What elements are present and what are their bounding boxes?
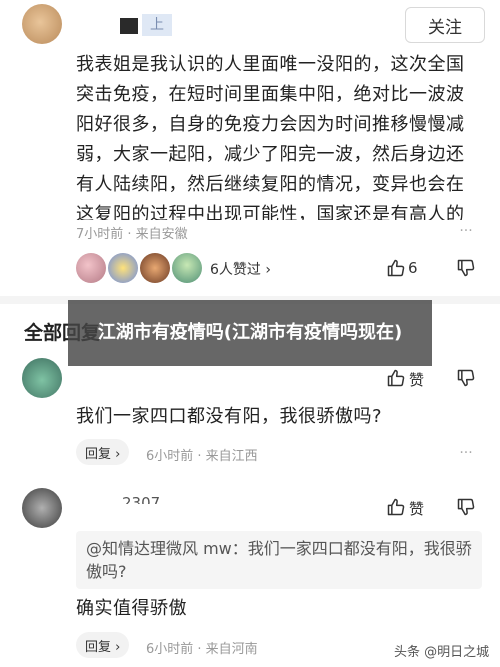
reply1-reply-label: 回复 ›	[85, 446, 121, 462]
liker-avatar-3[interactable]	[140, 253, 170, 283]
source-watermark: 头条 @明日之城	[394, 645, 490, 660]
article-title-banner: 江湖市有疫情吗(江湖市有疫情吗现在)	[68, 300, 432, 366]
reply1-dislike-icon[interactable]	[455, 367, 477, 389]
reply2-text: 确实值得骄傲	[76, 598, 187, 619]
reply2-reply-button[interactable]: 回复 ›	[76, 632, 130, 658]
reply1-like-label: 赞	[409, 371, 425, 389]
post-meta: 7小时前 · 来自安徽	[76, 227, 188, 242]
reply2-quote-box[interactable]: @知情达理微风 mw：我们一家四口都没有阳，我很骄傲吗?	[76, 531, 482, 589]
reply1-meta: 6小时前 · 来自江西	[146, 449, 258, 464]
like-count: 6	[408, 259, 418, 277]
reply2-like-label: 赞	[409, 500, 425, 518]
post-text: 我表姐是我认识的人里面唯一没阳的，这次全国突击免疫，在短时间里面集中阳，绝对比一…	[76, 54, 465, 220]
reply2-meta: 6小时前 · 来自河南	[146, 642, 258, 657]
more-options-icon[interactable]: ···	[456, 222, 476, 240]
reply2-like-icon[interactable]	[385, 496, 407, 518]
reply1-more-icon[interactable]: ···	[456, 444, 476, 462]
reply2-reply-label: 回复 ›	[85, 639, 121, 655]
dislike-thumb-icon[interactable]	[455, 257, 477, 279]
reply1-like-icon[interactable]	[385, 367, 407, 389]
reply2-author-name: ＿＿2307	[92, 494, 161, 504]
post-author-name-redacted	[120, 18, 138, 34]
article-title: 江湖市有疫情吗(江湖市有疫情吗现在)	[97, 322, 403, 343]
follow-label: 关注	[428, 17, 462, 38]
reply2-quote-text: @知情达理微风 mw：我们一家四口都没有阳，我很骄傲吗?	[86, 539, 472, 581]
reply2-author-avatar[interactable]	[22, 488, 62, 528]
reply1-reply-button[interactable]: 回复 ›	[76, 439, 130, 465]
reply2-dislike-icon[interactable]	[455, 496, 477, 518]
liker-avatar-2[interactable]	[108, 253, 138, 283]
post-author-name-partial: 上	[142, 14, 172, 36]
reply1-text: 我们一家四口都没有阳，我很骄傲吗?	[76, 406, 383, 427]
reply1-author-avatar[interactable]	[22, 358, 62, 398]
like-thumb-icon[interactable]	[385, 257, 407, 279]
liker-avatar-1[interactable]	[76, 253, 106, 283]
post-author-avatar[interactable]	[22, 4, 62, 44]
follow-button[interactable]: 关注	[405, 7, 485, 43]
liker-avatar-4[interactable]	[172, 253, 202, 283]
likers-link[interactable]: 6人赞过 ›	[210, 259, 271, 279]
